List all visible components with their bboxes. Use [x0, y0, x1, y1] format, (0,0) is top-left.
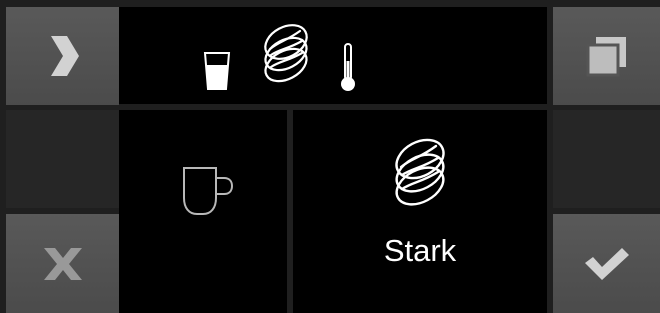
- right-spacer: [553, 110, 660, 208]
- checkmark-icon: [584, 247, 629, 280]
- thermometer-icon: [341, 43, 355, 91]
- strength-label: Stark: [383, 233, 457, 268]
- left-spacer: [6, 110, 119, 208]
- status-bar: [119, 7, 547, 104]
- coffee-beans-icon: [264, 24, 308, 83]
- cup-size-panel[interactable]: [119, 110, 287, 313]
- strength-panel[interactable]: Stark: [293, 110, 547, 313]
- coffee-cup-icon: [183, 167, 234, 215]
- next-button[interactable]: [6, 7, 119, 105]
- coffee-beans-icon: [395, 138, 445, 206]
- copy-button[interactable]: [553, 7, 660, 105]
- cancel-button[interactable]: [6, 214, 119, 313]
- close-icon: [43, 247, 82, 280]
- copy-icon: [586, 37, 626, 77]
- coffee-machine-display: Stark: [0, 0, 660, 313]
- confirm-button[interactable]: [553, 214, 660, 313]
- water-glass-icon: [203, 52, 231, 90]
- chevron-right-icon: [50, 36, 79, 76]
